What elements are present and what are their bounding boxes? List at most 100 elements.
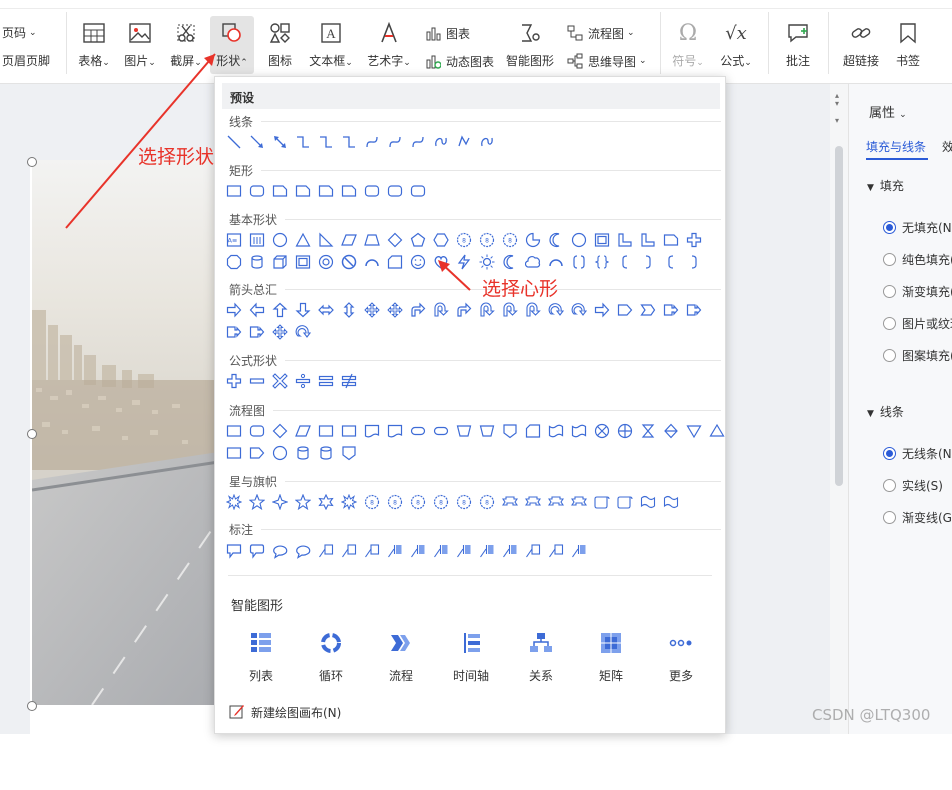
diamond-shape-icon[interactable] [386, 231, 404, 249]
seal-shape-icon[interactable]: 8 [501, 231, 519, 249]
ovcall-shape-icon[interactable] [294, 542, 312, 560]
snip-shape-icon[interactable] [340, 182, 358, 200]
line-option-solid[interactable]: 实线(S) [883, 477, 943, 494]
radio-selected[interactable] [883, 447, 896, 460]
offpage-shape-icon[interactable] [501, 422, 519, 440]
barcall-shape-icon[interactable] [570, 542, 588, 560]
linecall-shape-icon[interactable] [363, 542, 381, 560]
snip-shape-icon[interactable] [317, 182, 335, 200]
chevron-shape-icon[interactable] [639, 301, 657, 319]
para-shape-icon[interactable] [340, 231, 358, 249]
right-shape-icon[interactable] [593, 301, 611, 319]
arc-shape-icon[interactable] [363, 253, 381, 271]
term-shape-icon[interactable] [409, 422, 427, 440]
offpage-shape-icon[interactable] [340, 444, 358, 462]
burst-shape-icon[interactable] [340, 493, 358, 511]
dblarrow-shape-icon[interactable] [271, 133, 289, 151]
smile-shape-icon[interactable] [409, 253, 427, 271]
seal-shape-icon[interactable]: 8 [386, 493, 404, 511]
pentarrow-shape-icon[interactable] [616, 301, 634, 319]
sumj-shape-icon[interactable] [593, 422, 611, 440]
quad-shape-icon[interactable] [386, 301, 404, 319]
sun-shape-icon[interactable] [478, 253, 496, 271]
radio[interactable] [883, 511, 896, 524]
symbol-button[interactable]: Ω 符号⌄ [668, 20, 708, 69]
comment-button[interactable]: 批注 [780, 20, 816, 69]
fill-section-header[interactable]: ▼ 填充 [867, 177, 904, 194]
tape-shape-icon[interactable] [570, 422, 588, 440]
frame-shape-icon[interactable] [294, 253, 312, 271]
radio[interactable] [883, 253, 896, 266]
line-section-header[interactable]: ▼ 线条 [867, 403, 904, 420]
fmul-shape-icon[interactable] [271, 372, 289, 390]
selection-handle-bottom-left[interactable] [27, 701, 37, 711]
smart-matrix[interactable]: 矩阵 [583, 632, 639, 684]
ribbon-shape-icon[interactable] [570, 493, 588, 511]
left-shape-icon[interactable] [248, 301, 266, 319]
feq-shape-icon[interactable] [317, 372, 335, 390]
snip-shape-icon[interactable] [662, 231, 680, 249]
can-shape-icon[interactable] [317, 444, 335, 462]
manual-shape-icon[interactable] [455, 422, 473, 440]
wordart-button[interactable]: 艺术字⌄ [364, 20, 414, 69]
icon-button[interactable]: 图标 [262, 20, 298, 69]
rectcall-shape-icon[interactable] [225, 542, 243, 560]
bookmark-button[interactable]: 书签 [890, 20, 926, 69]
seal-shape-icon[interactable]: 8 [455, 493, 473, 511]
radio[interactable] [883, 479, 896, 492]
right-shape-icon[interactable] [225, 301, 243, 319]
dynamic-chart-button[interactable]: 动态图表 [424, 52, 494, 70]
new-canvas-button[interactable]: 新建绘图画布(N) [229, 703, 341, 722]
fplus-shape-icon[interactable] [225, 372, 243, 390]
pie-shape-icon[interactable] [524, 231, 542, 249]
moon-shape-icon[interactable] [501, 253, 519, 271]
barcall-shape-icon[interactable] [455, 542, 473, 560]
seal-shape-icon[interactable]: 8 [455, 231, 473, 249]
linecall-shape-icon[interactable] [317, 542, 335, 560]
wave-shape-icon[interactable] [639, 493, 657, 511]
tab-fill-and-line[interactable]: 填充与线条 [866, 138, 926, 155]
line-option-none[interactable]: 无线条(N) [883, 445, 952, 462]
star5-shape-icon[interactable] [294, 493, 312, 511]
fill-option-solid[interactable]: 纯色填充( [883, 251, 952, 268]
elbow-shape-icon[interactable] [317, 133, 335, 151]
lshape-shape-icon[interactable] [639, 231, 657, 249]
trap-shape-icon[interactable] [363, 231, 381, 249]
scribble-shape-icon[interactable] [478, 133, 496, 151]
bracket-shape-icon[interactable] [570, 253, 588, 271]
panel-title[interactable]: 属性 ⌄ [869, 102, 907, 121]
rrect-shape-icon[interactable] [363, 182, 381, 200]
term-shape-icon[interactable] [432, 422, 450, 440]
callarrow-shape-icon[interactable] [685, 301, 703, 319]
up-shape-icon[interactable] [271, 301, 289, 319]
pent-shape-icon[interactable] [409, 231, 427, 249]
burst-shape-icon[interactable] [225, 493, 243, 511]
barcall-shape-icon[interactable] [478, 542, 496, 560]
quad-shape-icon[interactable] [363, 301, 381, 319]
triangle-shape-icon[interactable] [294, 231, 312, 249]
barcall-shape-icon[interactable] [409, 542, 427, 560]
heart-shape-icon[interactable] [432, 253, 450, 271]
can-shape-icon[interactable] [294, 444, 312, 462]
lshape-shape-icon[interactable] [616, 231, 634, 249]
smart-relation[interactable]: 关系 [513, 632, 569, 684]
smart-timeline[interactable]: 时间轴 [443, 632, 499, 684]
tab-effects[interactable]: 效 [942, 138, 952, 155]
donut-shape-icon[interactable] [317, 253, 335, 271]
circarrow-shape-icon[interactable] [570, 301, 588, 319]
circarrow-shape-icon[interactable] [294, 323, 312, 341]
seal-shape-icon[interactable]: 8 [478, 493, 496, 511]
manual-shape-icon[interactable] [478, 422, 496, 440]
doc-shape-icon[interactable] [386, 422, 404, 440]
shape-button[interactable]: 形状⌃ [212, 20, 252, 69]
selection-handle-mid-left[interactable] [27, 429, 37, 439]
callarrow-shape-icon[interactable] [248, 323, 266, 341]
rect-shape-icon[interactable] [340, 422, 358, 440]
ribbon-shape-icon[interactable] [524, 493, 542, 511]
para-shape-icon[interactable] [294, 422, 312, 440]
circle-shape-icon[interactable] [271, 444, 289, 462]
smart-shape-button[interactable]: 智能图形 [504, 20, 556, 69]
chart-button[interactable]: 图表 [424, 24, 470, 42]
header-footer-button[interactable]: 页眉页脚 [2, 52, 50, 69]
scribble-shape-icon[interactable] [432, 133, 450, 151]
